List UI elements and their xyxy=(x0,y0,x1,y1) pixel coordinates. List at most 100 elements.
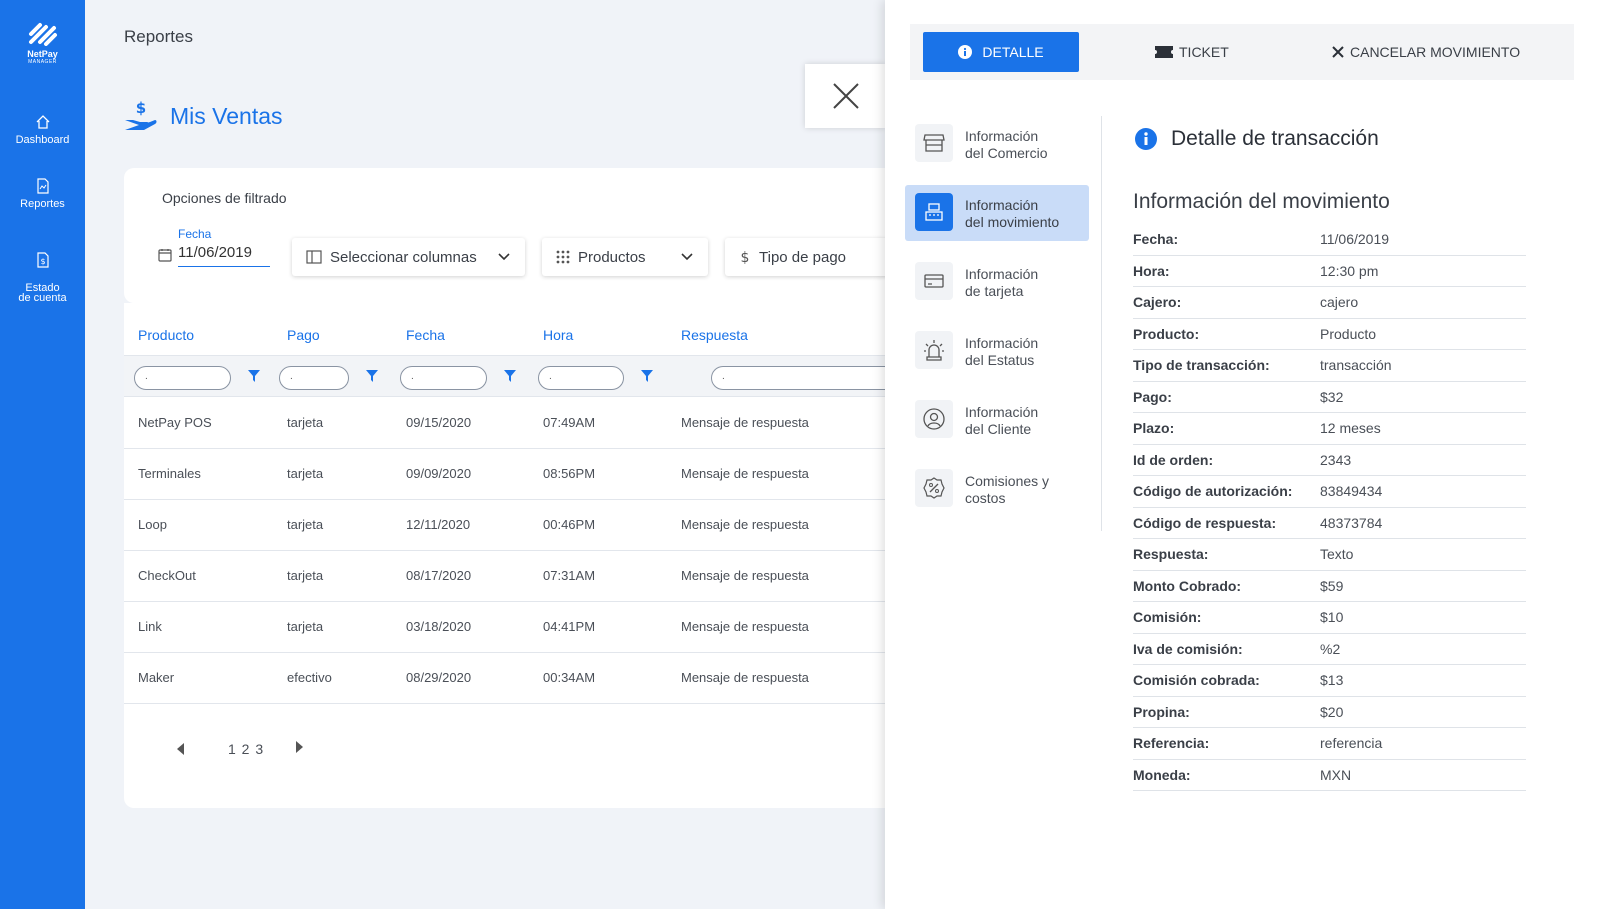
detail-value: 12:30 pm xyxy=(1320,262,1379,279)
prev-page-icon[interactable] xyxy=(176,743,186,755)
columns-select[interactable]: Seleccionar columnas xyxy=(292,238,525,276)
detail-value: cajero xyxy=(1320,294,1359,310)
filter-icon[interactable] xyxy=(641,370,653,382)
detail-key: Plazo: xyxy=(1133,420,1175,436)
filter-card: Opciones de filtrado Fecha 11/06/2019 Se… xyxy=(124,168,904,303)
detail-key: Respuesta: xyxy=(1133,546,1209,562)
detail-row: Comisión cobrada: $13 xyxy=(1133,665,1526,697)
cell-pago: tarjeta xyxy=(287,466,324,481)
filter-input-hora[interactable]: . xyxy=(538,366,624,390)
date-underline xyxy=(178,266,270,267)
table-row[interactable]: Loop tarjeta 12/11/2020 00:46PM Mensaje … xyxy=(124,499,904,551)
sales-table: Producto Pago Fecha Hora Respuesta . . .… xyxy=(124,303,904,808)
detail-key: Tipo de transacción: xyxy=(1133,357,1270,373)
tab-ticket[interactable]: TICKET xyxy=(1155,32,1229,72)
cell-hora: 00:46PM xyxy=(543,517,596,532)
payment-select-label: Tipo de pago xyxy=(759,248,847,266)
cell-respuesta: Mensaje de respuesta xyxy=(681,670,809,685)
detail-row: Id de orden: 2343 xyxy=(1133,445,1526,476)
tab-label: CANCELAR MOVIMIENTO xyxy=(1350,44,1521,60)
detail-value: 2343 xyxy=(1320,451,1352,468)
cell-pago: efectivo xyxy=(287,670,332,685)
sidebar-item-estado-de-cuenta[interactable]: $ Estado de cuenta xyxy=(0,242,85,304)
detail-row: Referencia: referencia xyxy=(1133,728,1526,760)
section-title: Información del movimiento xyxy=(1133,190,1390,213)
filter-icon[interactable] xyxy=(248,370,260,382)
detail-key: Comisión: xyxy=(1133,609,1202,625)
detail-key: Producto: xyxy=(1133,325,1200,342)
detail-value: %2 xyxy=(1320,640,1341,657)
filter-input-pago[interactable]: . xyxy=(279,366,349,390)
table-row[interactable]: Maker efectivo 08/29/2020 00:34AM Mensaj… xyxy=(124,652,904,704)
cell-hora: 07:31AM xyxy=(543,568,596,583)
sidebar: NetPay MANAGER Dashboard Reportes $ Esta… xyxy=(0,0,85,909)
tab-detalle[interactable]: DETALLE xyxy=(923,32,1079,72)
filter-icon[interactable] xyxy=(366,370,378,382)
filter-input-producto[interactable]: . xyxy=(134,366,231,390)
close-panel-button[interactable] xyxy=(805,64,885,128)
table-row[interactable]: Link tarjeta 03/18/2020 04:41PM Mensaje … xyxy=(124,601,904,653)
menu-item-comercio[interactable]: Información del Comercio xyxy=(905,116,1089,172)
cell-fecha: 09/15/2020 xyxy=(406,415,472,430)
sidebar-item-dashboard[interactable]: Dashboard xyxy=(0,114,85,146)
grid-icon xyxy=(556,250,570,264)
detail-key: Pago: xyxy=(1133,388,1172,405)
menu-item-cliente[interactable]: Información del Cliente xyxy=(905,392,1089,448)
detail-value: 83849434 xyxy=(1320,483,1383,499)
detail-value: 48373784 xyxy=(1320,514,1383,531)
table-row[interactable]: NetPay POS tarjeta 09/15/2020 07:49AM Me… xyxy=(124,397,904,449)
menu-item-estatus[interactable]: Información del Estatus xyxy=(905,323,1089,379)
register-icon xyxy=(915,193,953,231)
menu-item-label: Información del movimiento xyxy=(965,197,1060,230)
table-row[interactable]: CheckOut tarjeta 08/17/2020 07:31AM Mens… xyxy=(124,550,904,602)
dollar-icon: $ xyxy=(741,250,750,265)
column-header-fecha[interactable]: Fecha xyxy=(406,327,445,343)
detail-row: Cajero: cajero xyxy=(1133,287,1526,319)
detail-key: Moneda: xyxy=(1133,766,1191,783)
chevron-down-icon xyxy=(681,253,693,261)
cell-hora: 08:56PM xyxy=(543,466,596,481)
home-icon xyxy=(36,115,49,129)
svg-text:$: $ xyxy=(40,257,45,266)
detail-value: 12 meses xyxy=(1320,420,1381,436)
percent-badge-icon xyxy=(915,469,953,507)
filter-input-respuesta[interactable]: . xyxy=(711,366,904,390)
cell-fecha: 03/18/2020 xyxy=(406,619,472,634)
cell-pago: tarjeta xyxy=(287,619,324,634)
column-header-pago[interactable]: Pago xyxy=(287,327,320,343)
page-numbers[interactable]: 1 2 3 xyxy=(228,741,264,757)
payment-type-select[interactable]: $ Tipo de pago xyxy=(725,238,904,276)
cell-respuesta: Mensaje de respuesta xyxy=(681,517,809,532)
detail-value: referencia xyxy=(1320,735,1383,751)
cell-hora: 04:41PM xyxy=(543,619,596,634)
filter-icon[interactable] xyxy=(504,370,516,382)
next-page-icon[interactable] xyxy=(294,741,304,753)
detail-row: Iva de comisión: %2 xyxy=(1133,634,1526,665)
menu-item-label: Información del Estatus xyxy=(965,335,1039,368)
cell-producto: Terminales xyxy=(138,466,201,481)
filter-input-fecha[interactable]: . xyxy=(400,366,487,390)
detail-title: Detalle de transacción xyxy=(1171,127,1379,150)
column-header-hora[interactable]: Hora xyxy=(543,327,573,343)
detail-row: Producto: Producto xyxy=(1133,319,1526,350)
sidebar-item-label: Estado de cuenta xyxy=(18,282,67,304)
svg-text:$: $ xyxy=(741,250,750,265)
detail-value: $20 xyxy=(1320,703,1344,720)
tab-cancelar-movimiento[interactable]: CANCELAR MOVIMIENTO xyxy=(1332,32,1520,72)
user-icon xyxy=(915,400,953,438)
sidebar-item-reportes[interactable]: Reportes xyxy=(0,178,85,210)
menu-item-tarjeta[interactable]: Información de tarjeta xyxy=(905,254,1089,310)
close-icon xyxy=(833,83,859,109)
close-icon xyxy=(1332,46,1344,58)
filter-label: Opciones de filtrado xyxy=(162,190,287,206)
menu-item-comisiones[interactable]: Comisiones y costos xyxy=(905,461,1089,517)
detail-row: Hora: 12:30 pm xyxy=(1133,256,1526,287)
detail-key: Código de respuesta: xyxy=(1133,514,1277,531)
table-row[interactable]: Terminales tarjeta 09/09/2020 08:56PM Me… xyxy=(124,448,904,500)
products-select[interactable]: Productos xyxy=(542,238,708,276)
menu-item-label: Comisiones y costos xyxy=(965,473,1050,506)
ticket-icon xyxy=(1155,46,1173,58)
column-header-producto[interactable]: Producto xyxy=(138,327,194,343)
menu-item-movimiento[interactable]: Información del movimiento xyxy=(905,185,1089,241)
column-header-respuesta[interactable]: Respuesta xyxy=(681,327,748,343)
